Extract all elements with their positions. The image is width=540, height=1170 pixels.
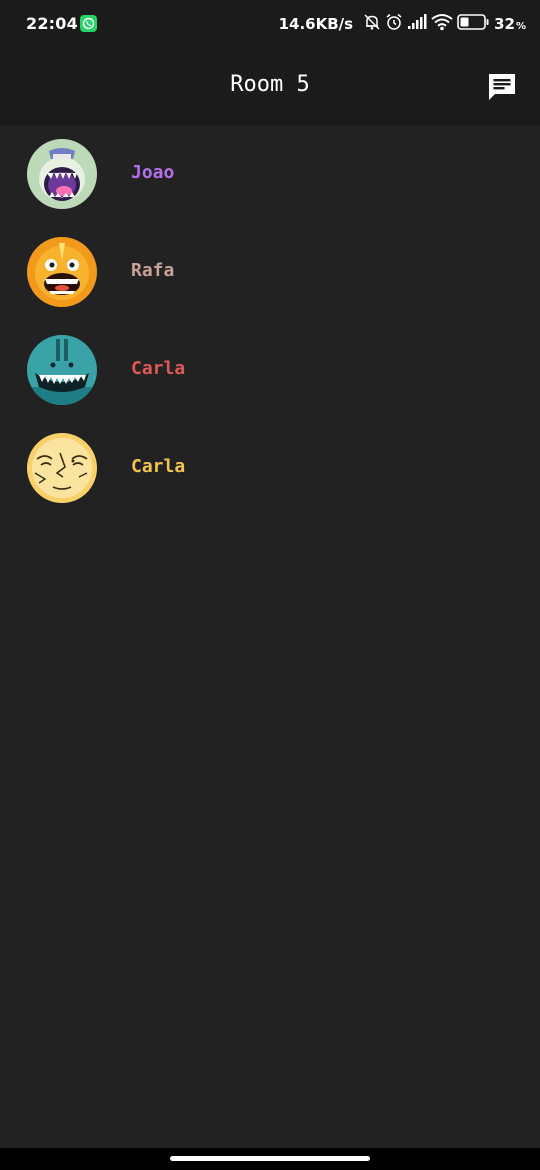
user-row[interactable]: Joao — [0, 126, 540, 224]
status-bar: 22:04 14.6KB/s 32 % — [0, 0, 540, 48]
wifi-icon — [431, 13, 453, 35]
user-row[interactable]: Carla — [0, 420, 540, 518]
yellow-sketch-face-avatar — [27, 433, 97, 503]
network-speed: 14.6KB/s — [278, 15, 354, 33]
chat-icon — [489, 74, 515, 100]
home-indicator[interactable] — [170, 1156, 370, 1161]
app-bar: Room 5 — [0, 48, 540, 126]
purple-mouth-monster-avatar — [27, 139, 97, 209]
battery-percent: 32 — [494, 15, 515, 33]
user-row[interactable]: Rafa — [0, 224, 540, 322]
user-name: Carla — [131, 358, 186, 379]
alarm-icon — [385, 13, 403, 35]
whatsapp-icon — [80, 15, 97, 32]
teal-teeth-monster-avatar — [27, 335, 97, 405]
user-name: Rafa — [131, 260, 175, 281]
user-name: Carla — [131, 456, 186, 477]
status-time: 22:04 — [26, 14, 78, 33]
mute-bell-icon — [363, 13, 381, 35]
status-icons: 14.6KB/s 32 % — [279, 12, 526, 36]
battery-icon — [457, 14, 489, 34]
battery-percent-sign: % — [515, 20, 526, 32]
navigation-bar — [0, 1148, 540, 1170]
screen: 22:04 14.6KB/s 32 % Room 5 Joao Rafa Car… — [0, 0, 540, 1170]
signal-icon — [407, 14, 427, 34]
page-title: Room 5 — [230, 72, 310, 97]
user-row[interactable]: Carla — [0, 322, 540, 420]
chat-button[interactable] — [486, 71, 518, 103]
user-list: Joao Rafa Carla Carla — [0, 126, 540, 518]
user-name: Joao — [131, 162, 175, 183]
orange-unicorn-monster-avatar — [27, 237, 97, 307]
